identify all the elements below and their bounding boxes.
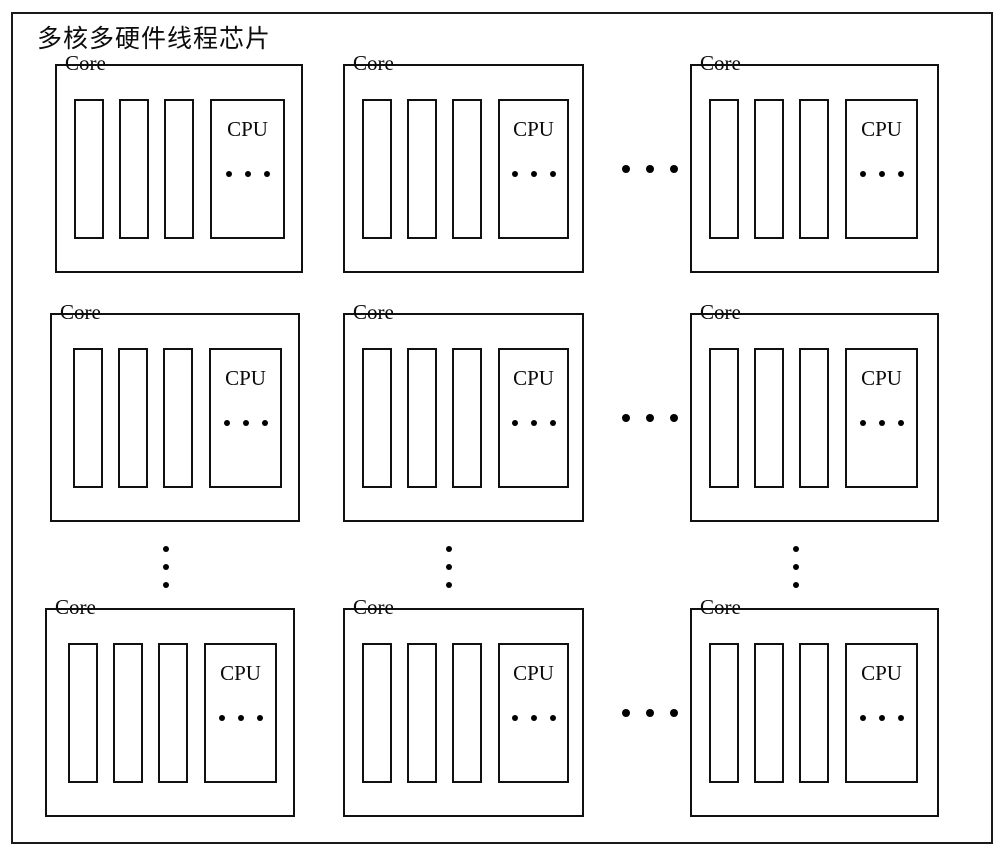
- hardware-thread-slot[interactable]: [799, 99, 829, 239]
- cpu-block[interactable]: CPU: [498, 348, 569, 488]
- core-block-r3-c2[interactable]: Core CPU: [343, 595, 584, 817]
- cpu-ellipsis-icon: [847, 171, 916, 177]
- core-block-r2-c2[interactable]: Core CPU: [343, 300, 584, 522]
- cpu-block[interactable]: CPU: [210, 99, 285, 239]
- cpu-block[interactable]: CPU: [498, 99, 569, 239]
- row2-horizontal-ellipsis-icon: [620, 413, 680, 423]
- hardware-thread-slot[interactable]: [68, 643, 98, 783]
- row1-horizontal-ellipsis-icon: [620, 164, 680, 174]
- hardware-thread-slot[interactable]: [754, 643, 784, 783]
- hardware-thread-slot[interactable]: [709, 643, 739, 783]
- core-label: Core: [353, 595, 394, 619]
- hardware-thread-slot[interactable]: [163, 348, 193, 488]
- core-block-r3-c1[interactable]: Core CPU: [45, 595, 295, 817]
- row3-horizontal-ellipsis-icon: [620, 708, 680, 718]
- core-block-r1-c3[interactable]: Core CPU: [690, 51, 939, 273]
- cpu-ellipsis-icon: [847, 715, 916, 721]
- hardware-thread-slot[interactable]: [754, 348, 784, 488]
- hardware-thread-slot[interactable]: [158, 643, 188, 783]
- core-label: Core: [353, 51, 394, 75]
- cpu-label: CPU: [861, 117, 902, 141]
- hardware-thread-slot[interactable]: [754, 99, 784, 239]
- core-label: Core: [55, 595, 96, 619]
- hardware-thread-slot[interactable]: [73, 348, 103, 488]
- core-block-r2-c3[interactable]: Core CPU: [690, 300, 939, 522]
- cpu-block[interactable]: CPU: [845, 348, 918, 488]
- column2-vertical-ellipsis-icon: [445, 546, 453, 588]
- column1-vertical-ellipsis-icon: [162, 546, 170, 588]
- hardware-thread-slot[interactable]: [119, 99, 149, 239]
- hardware-thread-slot[interactable]: [407, 643, 437, 783]
- cpu-label: CPU: [513, 661, 554, 685]
- hardware-thread-slot[interactable]: [452, 348, 482, 488]
- cpu-ellipsis-icon: [212, 171, 283, 177]
- cpu-ellipsis-icon: [500, 420, 567, 426]
- cpu-ellipsis-icon: [211, 420, 280, 426]
- core-block-r3-c3[interactable]: Core CPU: [690, 595, 939, 817]
- cpu-label: CPU: [861, 366, 902, 390]
- cpu-label: CPU: [513, 117, 554, 141]
- hardware-thread-slot[interactable]: [799, 643, 829, 783]
- hardware-thread-slot[interactable]: [362, 348, 392, 488]
- hardware-thread-slot[interactable]: [118, 348, 148, 488]
- cpu-block[interactable]: CPU: [498, 643, 569, 783]
- core-label: Core: [700, 300, 741, 324]
- cpu-ellipsis-icon: [206, 715, 275, 721]
- hardware-thread-slot[interactable]: [709, 348, 739, 488]
- core-label: Core: [700, 595, 741, 619]
- cpu-ellipsis-icon: [500, 171, 567, 177]
- cpu-label: CPU: [220, 661, 261, 685]
- core-label: Core: [60, 300, 101, 324]
- diagram-canvas: 多核多硬件线程芯片 Core CPU Core CPU Core CPU Cor…: [0, 0, 1000, 858]
- hardware-thread-slot[interactable]: [407, 99, 437, 239]
- cpu-ellipsis-icon: [847, 420, 916, 426]
- cpu-label: CPU: [227, 117, 268, 141]
- hardware-thread-slot[interactable]: [709, 99, 739, 239]
- core-label: Core: [65, 51, 106, 75]
- hardware-thread-slot[interactable]: [113, 643, 143, 783]
- cpu-block[interactable]: CPU: [204, 643, 277, 783]
- core-label: Core: [353, 300, 394, 324]
- hardware-thread-slot[interactable]: [362, 643, 392, 783]
- cpu-ellipsis-icon: [500, 715, 567, 721]
- hardware-thread-slot[interactable]: [799, 348, 829, 488]
- cpu-block[interactable]: CPU: [845, 643, 918, 783]
- hardware-thread-slot[interactable]: [407, 348, 437, 488]
- core-block-r1-c1[interactable]: Core CPU: [55, 51, 303, 273]
- hardware-thread-slot[interactable]: [164, 99, 194, 239]
- cpu-block[interactable]: CPU: [845, 99, 918, 239]
- hardware-thread-slot[interactable]: [452, 643, 482, 783]
- hardware-thread-slot[interactable]: [452, 99, 482, 239]
- column3-vertical-ellipsis-icon: [792, 546, 800, 588]
- cpu-block[interactable]: CPU: [209, 348, 282, 488]
- core-block-r2-c1[interactable]: Core CPU: [50, 300, 300, 522]
- cpu-label: CPU: [861, 661, 902, 685]
- hardware-thread-slot[interactable]: [362, 99, 392, 239]
- core-label: Core: [700, 51, 741, 75]
- cpu-label: CPU: [513, 366, 554, 390]
- core-block-r1-c2[interactable]: Core CPU: [343, 51, 584, 273]
- cpu-label: CPU: [225, 366, 266, 390]
- hardware-thread-slot[interactable]: [74, 99, 104, 239]
